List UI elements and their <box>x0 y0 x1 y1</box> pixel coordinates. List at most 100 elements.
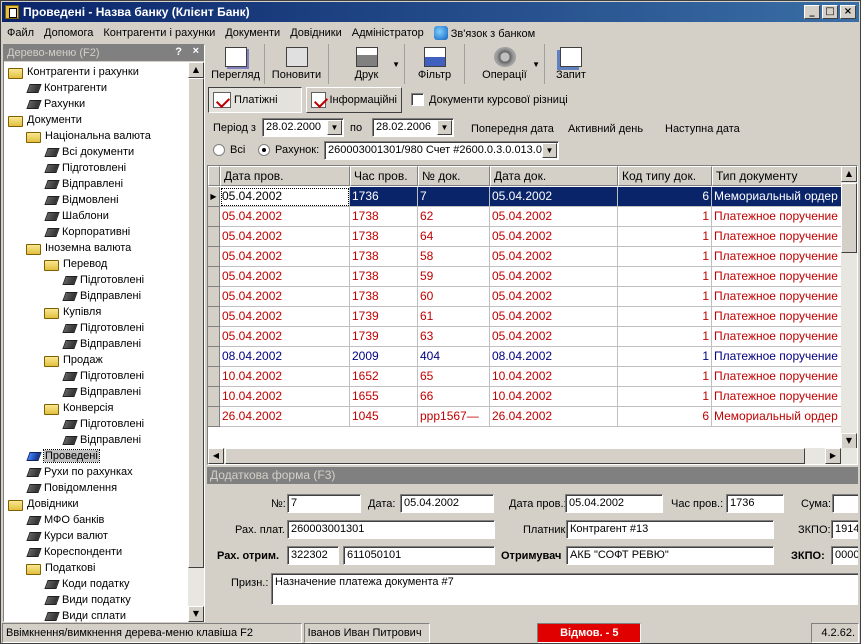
menu-bank-connection[interactable]: Зв'язок з банком <box>429 25 540 40</box>
tree-view[interactable]: Контрагенти і рахунки Контрагенти Рахунки Д… <box>4 62 190 622</box>
operations-dropdown-arrow-icon[interactable]: ▼ <box>532 60 540 69</box>
table-cell[interactable]: 05.04.2002 <box>490 207 618 227</box>
filter-button[interactable]: Фільтр <box>405 44 465 84</box>
table-row[interactable]: 05.04.2002 1739 63 05.04.2002 1 Платежное пор… <box>208 327 842 347</box>
table-cell[interactable]: 1 <box>618 327 712 347</box>
row-indicator[interactable] <box>208 367 220 387</box>
refresh-button[interactable]: Поновити <box>265 44 329 84</box>
column-header[interactable]: Код типу док. <box>618 166 712 186</box>
table-cell[interactable]: 10.04.2002 <box>220 387 350 407</box>
table-cell[interactable]: 05.04.2002 <box>220 267 350 287</box>
table-cell[interactable]: 1 <box>618 287 712 307</box>
table-cell[interactable]: 65 <box>418 367 490 387</box>
table-cell[interactable]: 26.04.2002 <box>490 407 618 427</box>
tree-folder[interactable]: Довідники <box>8 496 79 512</box>
tree-item[interactable]: МФО банків <box>26 512 104 528</box>
table-cell[interactable]: 64 <box>418 227 490 247</box>
table-cell[interactable]: 05.04.2002 <box>490 227 618 247</box>
tree-folder[interactable]: Національна валюта <box>26 128 151 144</box>
table-cell[interactable]: ррр1567— <box>418 407 490 427</box>
table-cell[interactable]: 404 <box>418 347 490 367</box>
table-cell[interactable]: 05.04.2002 <box>220 187 350 207</box>
row-indicator[interactable] <box>208 287 220 307</box>
sum-field[interactable] <box>832 494 858 513</box>
table-cell[interactable]: 05.04.2002 <box>490 287 618 307</box>
scroll-left-arrow-icon[interactable]: ◀ <box>208 448 224 464</box>
tab-info[interactable]: Інформаційні <box>306 87 402 113</box>
date-prov-field[interactable]: 05.04.2002 <box>565 494 663 513</box>
table-cell[interactable]: 1739 <box>350 327 418 347</box>
table-cell[interactable]: 59 <box>418 267 490 287</box>
table-cell[interactable]: 1 <box>618 387 712 407</box>
checkbox-box[interactable] <box>411 93 424 106</box>
tree-item[interactable]: Повідомлення <box>26 480 117 496</box>
tree-item[interactable]: Підготовлені <box>62 368 144 384</box>
tree-item[interactable]: Підготовлені <box>44 160 126 176</box>
table-row[interactable]: 05.04.2002 1738 58 05.04.2002 1 Платежное пор… <box>208 247 842 267</box>
tree-folder[interactable]: Купівля <box>44 304 101 320</box>
table-cell[interactable]: 2009 <box>350 347 418 367</box>
recipient-mfo-field[interactable]: 322302 <box>287 546 339 565</box>
table-cell[interactable]: 1 <box>618 267 712 287</box>
row-indicator[interactable] <box>208 247 220 267</box>
doc-date-field[interactable]: 05.04.2002 <box>400 494 494 513</box>
table-cell[interactable]: 1 <box>618 347 712 367</box>
table-cell[interactable]: Платежное поручение <box>712 327 842 347</box>
scroll-up-arrow-icon[interactable]: ▲ <box>188 62 204 78</box>
tree-folder[interactable]: Конверсія <box>44 400 113 416</box>
table-cell[interactable]: Мемориальный ордер <box>712 407 842 427</box>
table-cell[interactable]: 1738 <box>350 287 418 307</box>
grid-vertical-scrollbar[interactable]: ▲ ▼ <box>841 166 857 449</box>
menu-admin[interactable]: Адміністратор <box>347 27 429 39</box>
table-cell[interactable]: 08.04.2002 <box>220 347 350 367</box>
table-cell[interactable]: 05.04.2002 <box>490 327 618 347</box>
active-day-link[interactable]: Активний день <box>568 123 643 135</box>
table-cell[interactable]: 05.04.2002 <box>490 247 618 267</box>
grid-scroll-thumb[interactable] <box>841 183 857 253</box>
tree-item[interactable]: Проведені <box>26 448 100 464</box>
table-cell[interactable]: 05.04.2002 <box>220 207 350 227</box>
table-cell[interactable]: Платежное поручение <box>712 247 842 267</box>
table-cell[interactable]: 1655 <box>350 387 418 407</box>
radio-account-circle[interactable] <box>258 144 270 156</box>
query-button[interactable]: Запит <box>545 44 597 84</box>
column-header[interactable]: Тип документу <box>712 166 842 186</box>
minimize-button[interactable]: _ <box>804 5 820 19</box>
account-select[interactable]: 260003001301/980 Счет #2600.0.3.0.013.0 … <box>324 141 559 160</box>
chevron-down-icon[interactable]: ▼ <box>542 143 557 158</box>
payer-account-field[interactable]: 260003001301 <box>287 520 495 539</box>
exchange-docs-checkbox[interactable]: Документи курсової різниці <box>411 93 568 106</box>
table-cell[interactable]: 1739 <box>350 307 418 327</box>
table-cell[interactable]: 60 <box>418 287 490 307</box>
table-cell[interactable]: 63 <box>418 327 490 347</box>
table-cell[interactable]: 1738 <box>350 247 418 267</box>
menu-documents[interactable]: Документи <box>220 27 285 39</box>
radio-all-circle[interactable] <box>213 144 225 156</box>
table-cell[interactable]: 05.04.2002 <box>490 187 618 207</box>
table-row[interactable]: 08.04.2002 2009 404 08.04.2002 1 Платежное по… <box>208 347 842 367</box>
table-cell[interactable]: 66 <box>418 387 490 407</box>
tree-item[interactable]: Підготовлені <box>62 272 144 288</box>
calendar-dropdown-arrow-icon[interactable]: ▼ <box>327 120 342 135</box>
table-cell[interactable]: Платежное поручение <box>712 367 842 387</box>
title-bar[interactable]: Проведені - Назва банку (Клієнт Банк) _ … <box>2 2 859 22</box>
table-row[interactable]: 05.04.2002 1739 61 05.04.2002 1 Платежное пор… <box>208 307 842 327</box>
column-header[interactable]: Дата док. <box>490 166 618 186</box>
tree-item[interactable]: Відмовлені <box>44 192 119 208</box>
row-indicator[interactable] <box>208 387 220 407</box>
table-row[interactable]: ▶ 05.04.2002 1736 7 05.04.2002 6 Мемориальный … <box>208 187 842 207</box>
table-cell[interactable]: 05.04.2002 <box>220 327 350 347</box>
table-cell[interactable]: 05.04.2002 <box>220 287 350 307</box>
print-button[interactable]: Друк ▼ <box>329 44 405 84</box>
table-cell[interactable]: Мемориальный ордер <box>712 187 842 207</box>
tree-item[interactable]: Всі документи <box>44 144 134 160</box>
tree-item[interactable]: Контрагенти <box>26 80 107 96</box>
maximize-button[interactable]: □ <box>822 5 838 19</box>
table-row[interactable]: 10.04.2002 1655 66 10.04.2002 1 Платежное пор… <box>208 387 842 407</box>
table-cell[interactable]: 1 <box>618 367 712 387</box>
menu-help[interactable]: Допомога <box>39 27 98 39</box>
recipient-field[interactable]: АКБ "СОФТ РЕВЮ" <box>566 546 774 565</box>
tab-payment[interactable]: Платіжні <box>208 87 302 113</box>
table-cell[interactable]: 1045 <box>350 407 418 427</box>
next-date-link[interactable]: Наступна дата <box>665 123 740 135</box>
